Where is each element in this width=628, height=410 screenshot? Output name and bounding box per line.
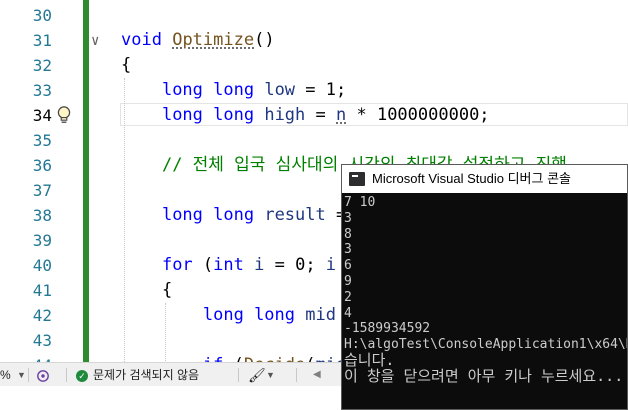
console-line: 이 창을 닫으려면 아무 키나 누르세요... bbox=[344, 366, 624, 385]
code-token: long long bbox=[202, 305, 296, 325]
line-number: 39 bbox=[32, 231, 52, 250]
console-line: -1589934592 bbox=[344, 321, 431, 337]
line-number: 43 bbox=[32, 331, 52, 350]
code-line[interactable]: long long low = 1; bbox=[121, 78, 346, 103]
console-line: 6 bbox=[344, 258, 352, 274]
code-token: * 1000000000; bbox=[346, 105, 490, 125]
code-token: i bbox=[325, 255, 337, 275]
line-number: 37 bbox=[32, 181, 52, 200]
code-token: () bbox=[254, 30, 275, 50]
lightbulb-icon[interactable] bbox=[56, 105, 72, 125]
code-token: for bbox=[161, 255, 193, 275]
code-token: n bbox=[336, 105, 347, 125]
code-token: Optimize bbox=[172, 30, 255, 50]
status-separator bbox=[238, 368, 239, 382]
cleanup-dropdown-icon[interactable]: ▼ bbox=[266, 363, 275, 387]
code-token: i bbox=[254, 255, 265, 275]
line-number: 35 bbox=[32, 131, 52, 150]
status-separator bbox=[66, 368, 67, 382]
code-token: long long bbox=[161, 205, 255, 225]
console-line: 4 bbox=[344, 305, 352, 321]
console-line: 3 bbox=[344, 210, 352, 226]
console-line: 8 bbox=[344, 226, 352, 242]
code-token: mid bbox=[305, 305, 336, 325]
console-title-bar[interactable]: Microsoft Visual Studio 디버그 콘솔 bbox=[342, 165, 627, 193]
line-number: 31 bbox=[32, 31, 52, 50]
line-number: 32 bbox=[32, 56, 52, 75]
status-separator bbox=[296, 368, 297, 382]
zoom-dropdown-icon[interactable]: ▼ bbox=[17, 363, 26, 387]
console-line: 2 bbox=[344, 289, 352, 305]
code-line[interactable]: { bbox=[121, 53, 131, 78]
code-token: high bbox=[264, 105, 306, 125]
code-token: = 0; bbox=[264, 255, 326, 275]
code-token: long long bbox=[161, 105, 255, 125]
issues-text: 문제가 검색되지 않음 bbox=[93, 368, 200, 382]
console-title: Microsoft Visual Studio 디버그 콘솔 bbox=[372, 171, 572, 186]
code-token: long long bbox=[161, 80, 255, 100]
scroll-left-arrow-icon[interactable]: ◀ bbox=[313, 363, 321, 387]
code-line[interactable]: void Optimize() bbox=[121, 28, 275, 53]
line-number-gutter: 303132333435363738394041424344 bbox=[0, 0, 52, 368]
code-token: { bbox=[121, 55, 132, 75]
console-output[interactable]: 7 10 3 8 3 6 9 2 4 -1589934592 H:\algoTest\Consol… bbox=[344, 195, 627, 385]
code-token: ( bbox=[192, 255, 214, 275]
code-token: = 1; bbox=[295, 80, 347, 100]
code-token: void bbox=[121, 30, 162, 50]
code-token: int bbox=[213, 255, 244, 275]
line-number: 42 bbox=[32, 306, 52, 325]
status-separator bbox=[28, 368, 29, 382]
code-line[interactable]: long long high = n * 1000000000; bbox=[121, 103, 490, 128]
change-tracking-bar bbox=[83, 0, 89, 368]
issues-indicator[interactable]: ✓ 문제가 검색되지 않음 bbox=[76, 363, 199, 387]
code-token: = bbox=[305, 105, 336, 125]
code-token: low bbox=[264, 80, 296, 100]
code-token: result bbox=[264, 205, 326, 225]
line-number: 34 bbox=[32, 106, 52, 125]
console-line: 9 bbox=[344, 273, 352, 289]
intellicode-icon[interactable] bbox=[36, 363, 52, 387]
line-number: 30 bbox=[32, 6, 52, 25]
checkmark-icon: ✓ bbox=[76, 369, 88, 382]
console-line: 3 bbox=[344, 242, 352, 258]
line-number: 38 bbox=[32, 206, 52, 225]
line-number: 41 bbox=[32, 281, 52, 300]
console-app-icon bbox=[349, 172, 365, 186]
line-number: 33 bbox=[32, 81, 52, 100]
line-number: 40 bbox=[32, 256, 52, 275]
debug-console-window[interactable]: Microsoft Visual Studio 디버그 콘솔 7 10 3 8 3 6 9… bbox=[341, 164, 628, 410]
code-cleanup-brush-icon[interactable]: 🖌 bbox=[248, 363, 266, 387]
collapse-chevron-icon[interactable]: ∨ bbox=[91, 34, 99, 48]
code-token: { bbox=[121, 280, 173, 300]
code-line[interactable]: { bbox=[121, 278, 172, 303]
line-number: 36 bbox=[32, 156, 52, 175]
console-line: 7 10 bbox=[344, 195, 376, 210]
